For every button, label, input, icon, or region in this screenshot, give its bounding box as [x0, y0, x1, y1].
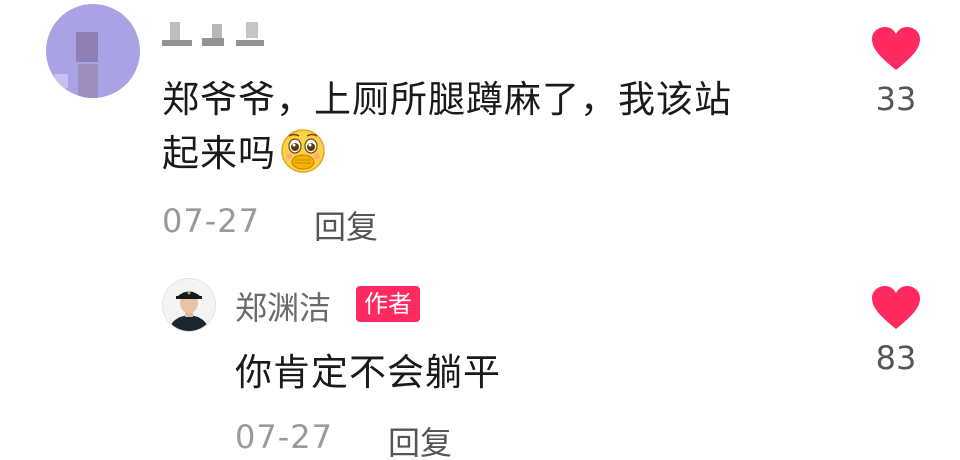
comment-reply-button[interactable]: 回复 — [314, 202, 378, 248]
reply-like-count: 83 — [875, 339, 917, 377]
author-badge: 作者 — [356, 286, 420, 322]
comment-text-line2: 起来吗 — [162, 132, 276, 175]
commenter-avatar[interactable] — [46, 4, 140, 98]
author-avatar-image — [163, 279, 215, 331]
comment-date: 07-27 — [162, 202, 260, 240]
comment-text: 郑爷爷，上厕所腿蹲麻了，我该站 起来吗 — [162, 73, 822, 181]
author-name[interactable]: 郑渊洁 — [235, 283, 331, 329]
comment-text-line1: 郑爷爷，上厕所腿蹲麻了，我该站 — [162, 78, 732, 121]
commenter-name-censored[interactable] — [162, 18, 272, 48]
avatar-pixelation — [54, 74, 68, 88]
comment-like-count: 33 — [875, 80, 917, 118]
reply-text: 你肯定不会躺平 — [235, 351, 501, 394]
avatar-pixelation — [76, 32, 98, 62]
author-avatar[interactable] — [162, 278, 216, 332]
comment-thread: 郑爷爷，上厕所腿蹲麻了，我该站 起来吗 07-27 回复 33 郑渊洁 作者 你… — [0, 0, 960, 460]
heart-icon — [872, 286, 920, 329]
reply-reply-button[interactable]: 回复 — [388, 418, 452, 460]
comment-like-button[interactable]: 33 — [866, 26, 926, 118]
reply-date: 07-27 — [235, 418, 333, 456]
pleading-emoji-icon — [280, 128, 326, 174]
reply-like-button[interactable]: 83 — [866, 285, 926, 377]
avatar-pixelation — [78, 64, 98, 98]
heart-icon — [872, 27, 920, 70]
